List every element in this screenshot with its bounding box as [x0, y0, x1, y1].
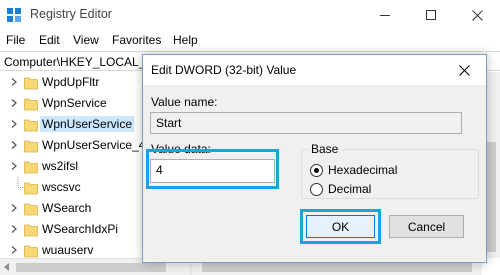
- chevron-right-icon[interactable]: [10, 246, 18, 254]
- tree-scrollbar-thumb[interactable]: [16, 263, 166, 272]
- close-icon: [459, 64, 470, 76]
- chevron-right-icon[interactable]: [10, 204, 18, 212]
- chevron-right-icon[interactable]: [10, 141, 18, 149]
- menu-edit[interactable]: Edit: [39, 33, 60, 47]
- maximize-icon: [426, 10, 436, 20]
- menu-bar: File Edit View Favorites Help: [0, 30, 500, 50]
- folder-icon: [24, 119, 38, 132]
- radio-button[interactable]: [310, 163, 323, 177]
- base-groupbox: Base Hexadecimal Decimal: [301, 142, 479, 199]
- radio-decimal[interactable]: Decimal: [310, 181, 371, 197]
- radio-hexadecimal[interactable]: Hexadecimal: [310, 162, 397, 178]
- folder-icon: [24, 140, 38, 153]
- tree-item-label: wscsvc: [42, 180, 81, 194]
- menu-favorites[interactable]: Favorites: [112, 33, 161, 47]
- minimize-icon: [380, 14, 390, 16]
- dialog-title: Edit DWORD (32-bit) Value: [151, 63, 297, 77]
- tree-item-label: WSearch: [42, 201, 92, 215]
- close-window-button[interactable]: [454, 0, 500, 30]
- tree-item-label: ws2ifsl: [42, 159, 79, 173]
- window-title: Registry Editor: [30, 7, 112, 21]
- edit-dword-dialog: Edit DWORD (32-bit) Value Value name: St…: [142, 54, 487, 263]
- chevron-right-icon[interactable]: [10, 99, 18, 107]
- value-data-input[interactable]: 4: [150, 159, 275, 183]
- tree-item-label: WpnService: [42, 96, 107, 110]
- base-group-title: Base: [308, 142, 342, 156]
- tree-item-label: WSearchIdxPi: [42, 222, 119, 236]
- tree-item-label: WpnUserService_40: [42, 138, 153, 152]
- radio-button[interactable]: [310, 182, 323, 196]
- menu-view[interactable]: View: [73, 33, 99, 47]
- folder-icon: [24, 245, 38, 258]
- folder-icon: [24, 182, 38, 195]
- menu-file[interactable]: File: [6, 33, 25, 47]
- tree-item-label: WpdUpFltr: [42, 75, 100, 89]
- minimize-button[interactable]: [362, 0, 408, 30]
- chevron-right-icon[interactable]: [10, 78, 18, 86]
- maximize-button[interactable]: [408, 0, 454, 30]
- value-name-field: Start: [150, 112, 462, 134]
- values-scrollbar-thumb[interactable]: [202, 263, 472, 272]
- folder-icon: [24, 77, 38, 90]
- radio-hexadecimal-label: Hexadecimal: [328, 163, 398, 177]
- value-name-label: Value name:: [151, 95, 218, 109]
- close-icon: [471, 9, 483, 21]
- tree-connector-icon: [17, 177, 23, 188]
- tree-item-label: wuauserv: [42, 243, 94, 257]
- folder-icon: [24, 161, 38, 174]
- value-name-text: Start: [156, 116, 182, 130]
- window-titlebar: Registry Editor: [0, 0, 500, 30]
- folder-icon: [24, 224, 38, 237]
- dialog-titlebar: Edit DWORD (32-bit) Value: [143, 55, 486, 85]
- dialog-close-button[interactable]: [443, 55, 486, 85]
- scroll-left-icon[interactable]: [4, 263, 9, 271]
- menu-help[interactable]: Help: [173, 33, 198, 47]
- tree-item-label: WpnUserService: [40, 116, 135, 132]
- chevron-right-icon[interactable]: [10, 225, 18, 233]
- chevron-right-icon[interactable]: [10, 162, 18, 170]
- address-path: Computer\HKEY_LOCAL_: [4, 55, 146, 69]
- value-data-text: 4: [156, 163, 163, 177]
- folder-icon: [24, 203, 38, 216]
- folder-icon: [24, 98, 38, 111]
- radio-decimal-label: Decimal: [328, 182, 372, 196]
- registry-editor-icon: [7, 8, 21, 22]
- chevron-right-icon[interactable]: [10, 120, 18, 128]
- cancel-button[interactable]: Cancel: [389, 215, 464, 238]
- scrollbar-thumb[interactable]: [486, 142, 496, 252]
- ok-button[interactable]: OK: [306, 215, 375, 238]
